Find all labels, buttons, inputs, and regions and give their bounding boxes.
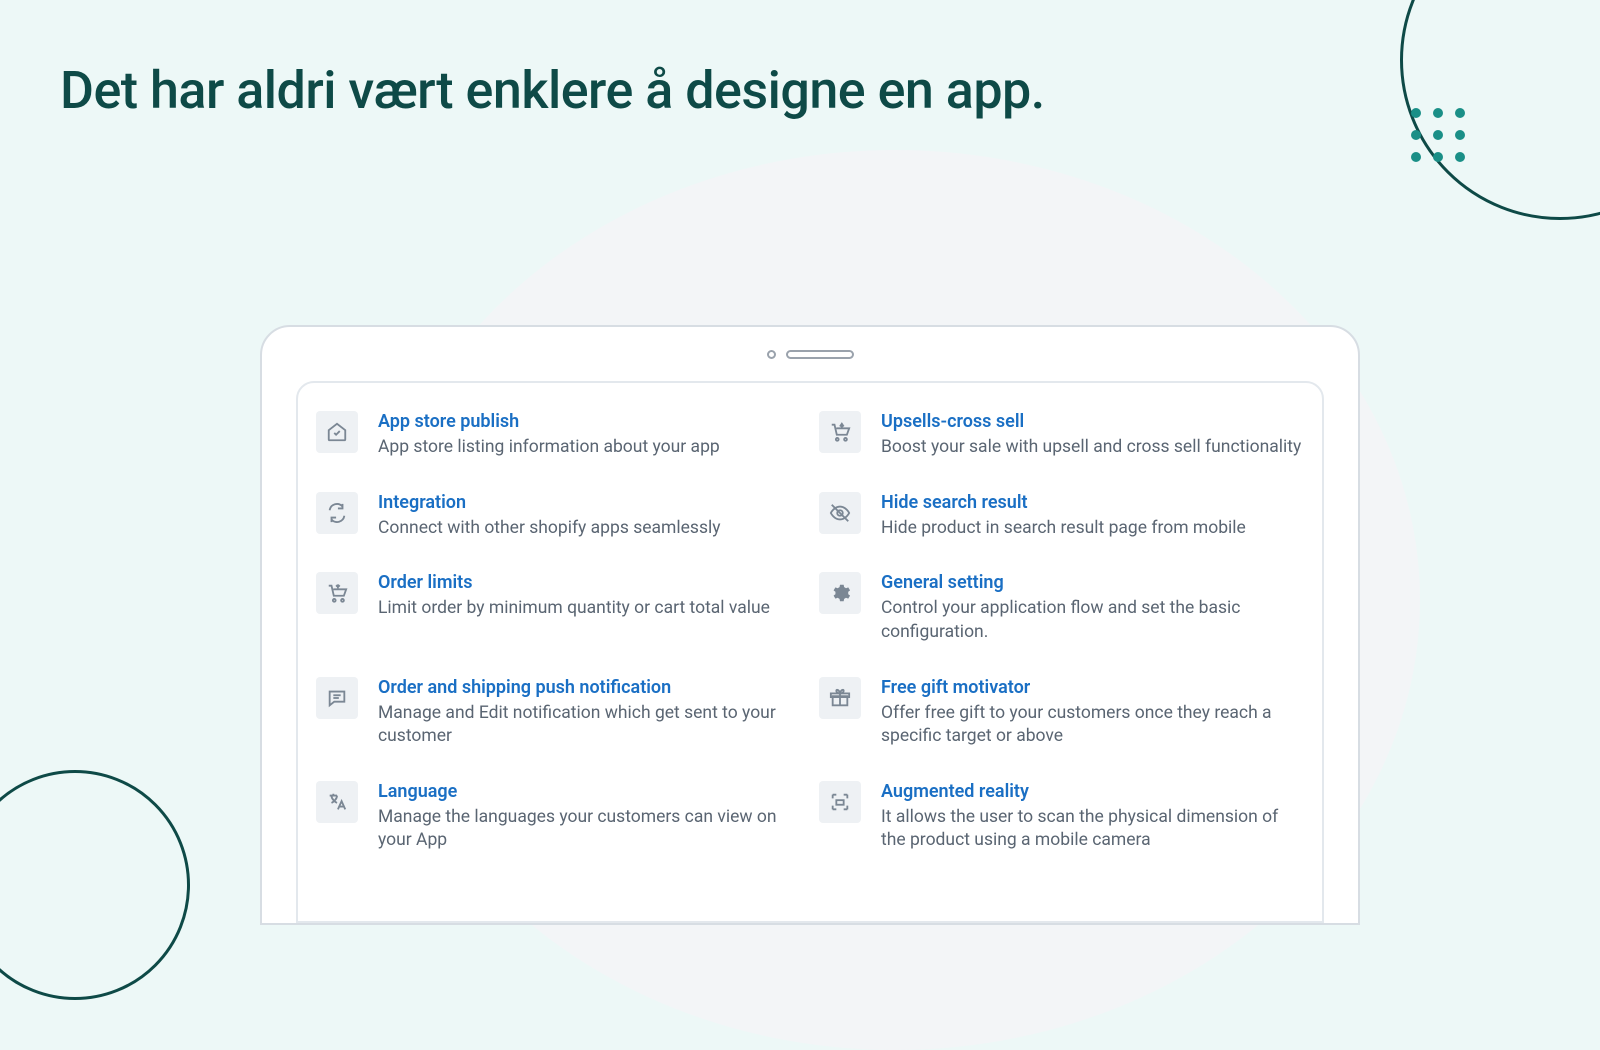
feature-augmented-reality[interactable]: Augmented reality It allows the user to … — [819, 781, 1304, 853]
eye-slash-icon — [819, 492, 861, 534]
feature-desc: Limit order by minimum quantity or cart … — [378, 597, 770, 621]
feature-desc: It allows the user to scan the physical … — [881, 806, 1304, 853]
speaker-icon — [786, 350, 854, 359]
decorative-dots-grid — [1411, 108, 1465, 162]
decorative-circle-bottom-left — [0, 770, 190, 1000]
feature-desc: Boost your sale with upsell and cross se… — [881, 436, 1301, 460]
feature-general-setting[interactable]: General setting Control your application… — [819, 572, 1304, 644]
feature-title: General setting — [881, 572, 1304, 593]
feature-title: Integration — [378, 492, 721, 513]
feature-desc: App store listing information about your… — [378, 436, 720, 460]
feature-hide-search-result[interactable]: Hide search result Hide product in searc… — [819, 492, 1304, 541]
cart-arrow-icon — [819, 411, 861, 453]
feature-desc: Connect with other shopify apps seamless… — [378, 517, 721, 541]
translate-icon — [316, 781, 358, 823]
feature-title: Upsells-cross sell — [881, 411, 1301, 432]
gift-icon — [819, 677, 861, 719]
feature-title: Free gift motivator — [881, 677, 1304, 698]
feature-desc: Offer free gift to your customers once t… — [881, 702, 1304, 749]
cart-limit-icon — [316, 572, 358, 614]
page-heading: Det har aldri vært enklere å designe en … — [60, 60, 1045, 121]
arrows-cycle-icon — [316, 492, 358, 534]
feature-title: Language — [378, 781, 801, 802]
house-check-icon — [316, 411, 358, 453]
feature-desc: Manage and Edit notification which get s… — [378, 702, 801, 749]
feature-title: Order limits — [378, 572, 770, 593]
chat-icon — [316, 677, 358, 719]
feature-order-shipping-notification[interactable]: Order and shipping push notification Man… — [316, 677, 801, 749]
tablet-top-bar — [262, 327, 1358, 381]
feature-upsells-cross-sell[interactable]: Upsells-cross sell Boost your sale with … — [819, 411, 1304, 460]
feature-title: App store publish — [378, 411, 720, 432]
feature-desc: Control your application flow and set th… — [881, 597, 1304, 644]
camera-dot-icon — [767, 350, 776, 359]
feature-order-limits[interactable]: Order limits Limit order by minimum quan… — [316, 572, 801, 644]
features-grid: App store publish App store listing info… — [316, 411, 1304, 853]
feature-language[interactable]: Language Manage the languages your custo… — [316, 781, 801, 853]
ar-icon — [819, 781, 861, 823]
feature-free-gift-motivator[interactable]: Free gift motivator Offer free gift to y… — [819, 677, 1304, 749]
feature-title: Hide search result — [881, 492, 1246, 513]
feature-title: Order and shipping push notification — [378, 677, 801, 698]
feature-desc: Hide product in search result page from … — [881, 517, 1246, 541]
feature-app-store-publish[interactable]: App store publish App store listing info… — [316, 411, 801, 460]
feature-integration[interactable]: Integration Connect with other shopify a… — [316, 492, 801, 541]
gear-icon — [819, 572, 861, 614]
feature-title: Augmented reality — [881, 781, 1304, 802]
tablet-mockup: App store publish App store listing info… — [260, 325, 1360, 925]
feature-desc: Manage the languages your customers can … — [378, 806, 801, 853]
tablet-screen: App store publish App store listing info… — [296, 381, 1324, 923]
